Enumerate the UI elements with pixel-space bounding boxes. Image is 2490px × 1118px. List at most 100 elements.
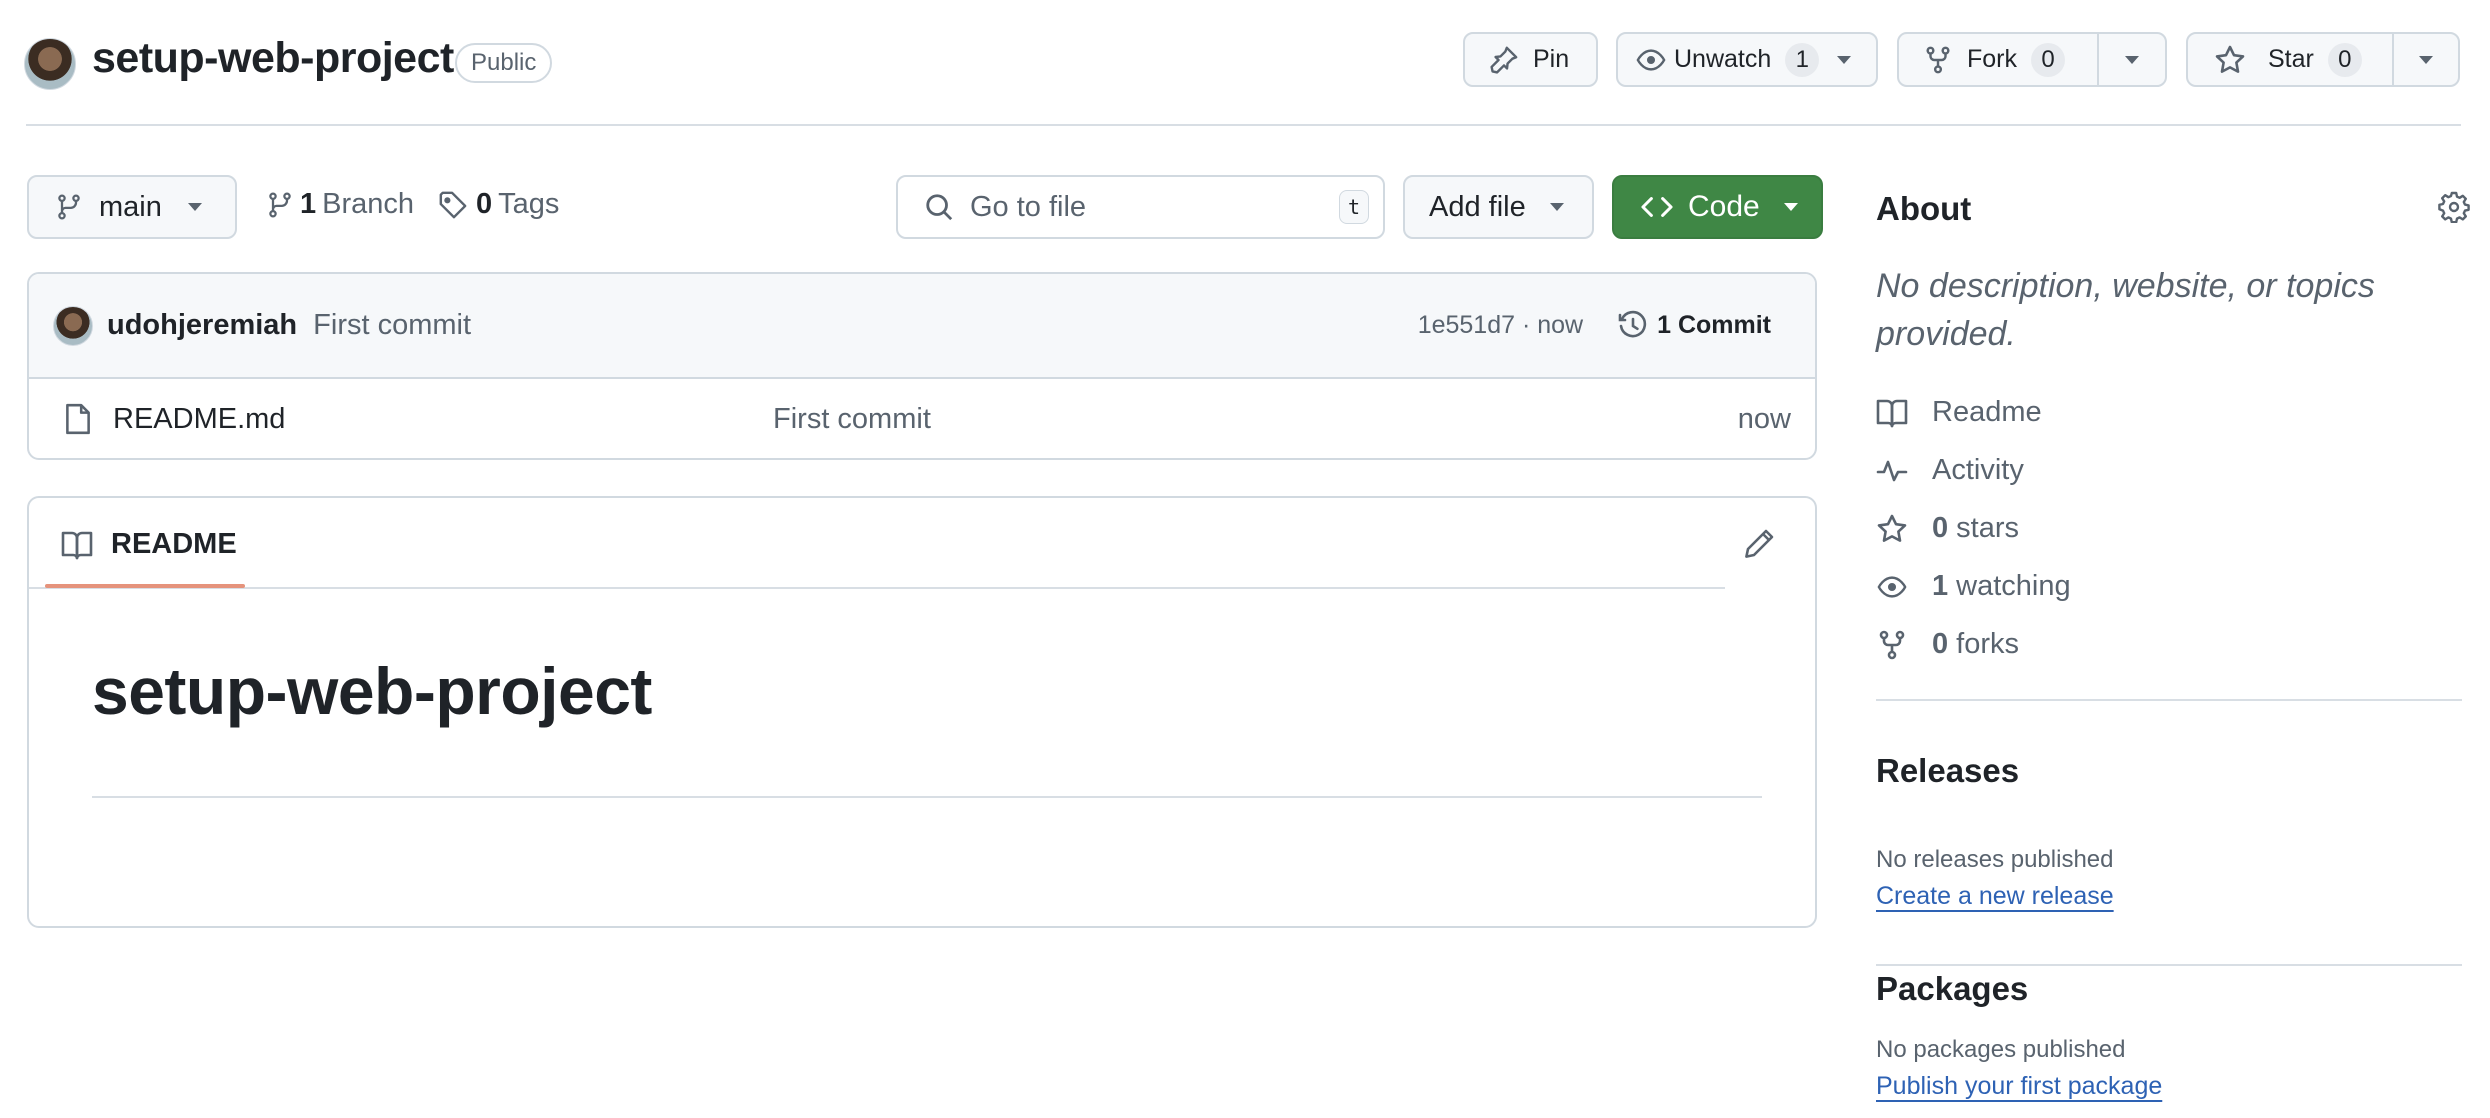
history-icon [1617, 310, 1649, 342]
add-file-label: Add file [1429, 190, 1526, 223]
branches-link[interactable]: 1 Branch [266, 188, 414, 221]
sidebar-item-readme[interactable]: Readme [1876, 396, 2042, 429]
packages-title[interactable]: Packages [1876, 970, 2028, 1008]
star-dropdown-button[interactable] [2394, 34, 2458, 85]
sidebar-item-label: Activity [1932, 454, 2024, 486]
readme-tabbar: README [29, 498, 1815, 596]
tags-label: Tags [498, 188, 560, 220]
sidebar-item-forks[interactable]: 0 forks [1876, 628, 2019, 661]
stars-count: 0 [1932, 512, 1949, 544]
sidebar-item-label: stars [1956, 512, 2019, 544]
eye-icon [1636, 45, 1666, 75]
sidebar-item-label: forks [1956, 628, 2019, 660]
star-label: Star [2268, 45, 2314, 73]
branch-icon [55, 192, 83, 222]
fork-count: 0 [2031, 42, 2065, 77]
star-icon [2214, 44, 2246, 76]
file-name[interactable]: README.md [113, 403, 773, 436]
about-description: No description, website, or topics provi… [1876, 267, 2375, 353]
fork-icon [1876, 629, 1908, 661]
owner-avatar[interactable] [24, 38, 76, 90]
create-release-link[interactable]: Create a new release [1876, 882, 2114, 911]
releases-empty-text: No releases published [1876, 846, 2114, 873]
readme-tab-label: README [111, 528, 237, 560]
watch-button[interactable]: Unwatch 1 [1616, 32, 1878, 87]
edit-readme-button[interactable] [1743, 528, 1775, 560]
about-title: About [1876, 190, 1972, 227]
commit-message[interactable]: First commit [313, 309, 1418, 342]
forks-count: 0 [1932, 628, 1949, 660]
book-icon [61, 530, 93, 560]
sidebar-divider [1876, 964, 2462, 966]
search-icon [924, 192, 954, 222]
search-placeholder: Go to file [970, 190, 1087, 223]
commits-history-link[interactable]: 1 Commit [1617, 310, 1771, 342]
commit-sha-time[interactable]: 1e551d7 · now [1418, 311, 1583, 340]
sidebar-item-watching[interactable]: 1 watching [1876, 570, 2071, 603]
tag-icon [438, 190, 468, 220]
publish-package-link[interactable]: Publish your first package [1876, 1072, 2162, 1101]
sidebar-item-label: Readme [1932, 396, 2042, 428]
star-button-group: Star 0 [2186, 32, 2460, 87]
tags-link[interactable]: 0 Tags [438, 188, 559, 221]
branch-name: main [99, 190, 162, 223]
commits-count-label: 1 Commit [1657, 311, 1771, 339]
file-icon [63, 402, 93, 436]
star-button[interactable]: Star 0 [2188, 34, 2392, 85]
code-button[interactable]: Code [1612, 175, 1823, 239]
sidebar-item-activity[interactable]: Activity [1876, 454, 2024, 487]
code-label: Code [1688, 190, 1760, 223]
book-icon [1876, 398, 1908, 428]
packages-empty-text: No packages published [1876, 1036, 2126, 1063]
repo-title[interactable]: setup-web-project [92, 34, 454, 83]
chevron-down-icon [1549, 203, 1564, 211]
fork-button-group: Fork 0 [1897, 32, 2167, 87]
header-divider [26, 124, 2461, 126]
fork-dropdown-button[interactable] [2099, 34, 2165, 85]
pencil-icon [1743, 528, 1775, 560]
star-count: 0 [2327, 42, 2362, 77]
file-age: now [1737, 402, 1791, 435]
file-commit-message[interactable]: First commit [773, 403, 1738, 436]
tab-divider [29, 587, 1725, 589]
file-row[interactable]: README.md First commit now [29, 379, 1815, 458]
branches-count: 1 [300, 188, 317, 220]
sidebar-divider [1876, 699, 2462, 701]
chevron-down-icon [2125, 55, 2139, 64]
add-file-button[interactable]: Add file [1403, 175, 1594, 239]
fork-icon [1923, 45, 1953, 75]
code-icon [1640, 192, 1674, 222]
visibility-badge: Public [455, 43, 553, 83]
chevron-down-icon [2419, 55, 2433, 64]
commit-author[interactable]: udohjeremiah [107, 309, 297, 342]
active-tab-indicator [45, 584, 245, 588]
chevron-down-icon [1783, 203, 1798, 211]
chevron-down-icon [187, 203, 202, 211]
tab-readme[interactable]: README [61, 528, 237, 561]
fork-label: Fork [1967, 45, 2017, 73]
author-avatar[interactable] [53, 305, 93, 346]
sidebar-item-stars[interactable]: 0 stars [1876, 512, 2019, 545]
pin-button[interactable]: Pin [1463, 32, 1598, 87]
file-browser: udohjeremiah First commit 1e551d7 · now … [27, 272, 1817, 460]
watch-count: 1 [1785, 42, 1820, 77]
keyboard-shortcut-hint: t [1338, 190, 1369, 224]
readme-heading: setup-web-project [92, 654, 652, 728]
releases-title[interactable]: Releases [1876, 752, 2019, 790]
heading-rule [92, 796, 1762, 798]
pin-label: Pin [1533, 45, 1570, 73]
pulse-icon [1876, 456, 1908, 486]
go-to-file-search[interactable]: Go to file t [896, 175, 1385, 239]
latest-commit-bar: udohjeremiah First commit 1e551d7 · now … [29, 274, 1815, 379]
sidebar-item-label: watching [1956, 570, 2071, 602]
fork-button[interactable]: Fork 0 [1899, 34, 2097, 85]
readme-panel: README setup-web-project [27, 496, 1817, 928]
branch-selector[interactable]: main [27, 175, 237, 239]
chevron-down-icon [1837, 55, 1852, 64]
eye-icon [1876, 572, 1908, 602]
tags-count: 0 [476, 188, 493, 220]
gear-icon [2438, 191, 2470, 223]
branches-label: Branch [322, 188, 415, 220]
branch-icon [266, 190, 294, 220]
edit-about-button[interactable] [2438, 191, 2470, 223]
